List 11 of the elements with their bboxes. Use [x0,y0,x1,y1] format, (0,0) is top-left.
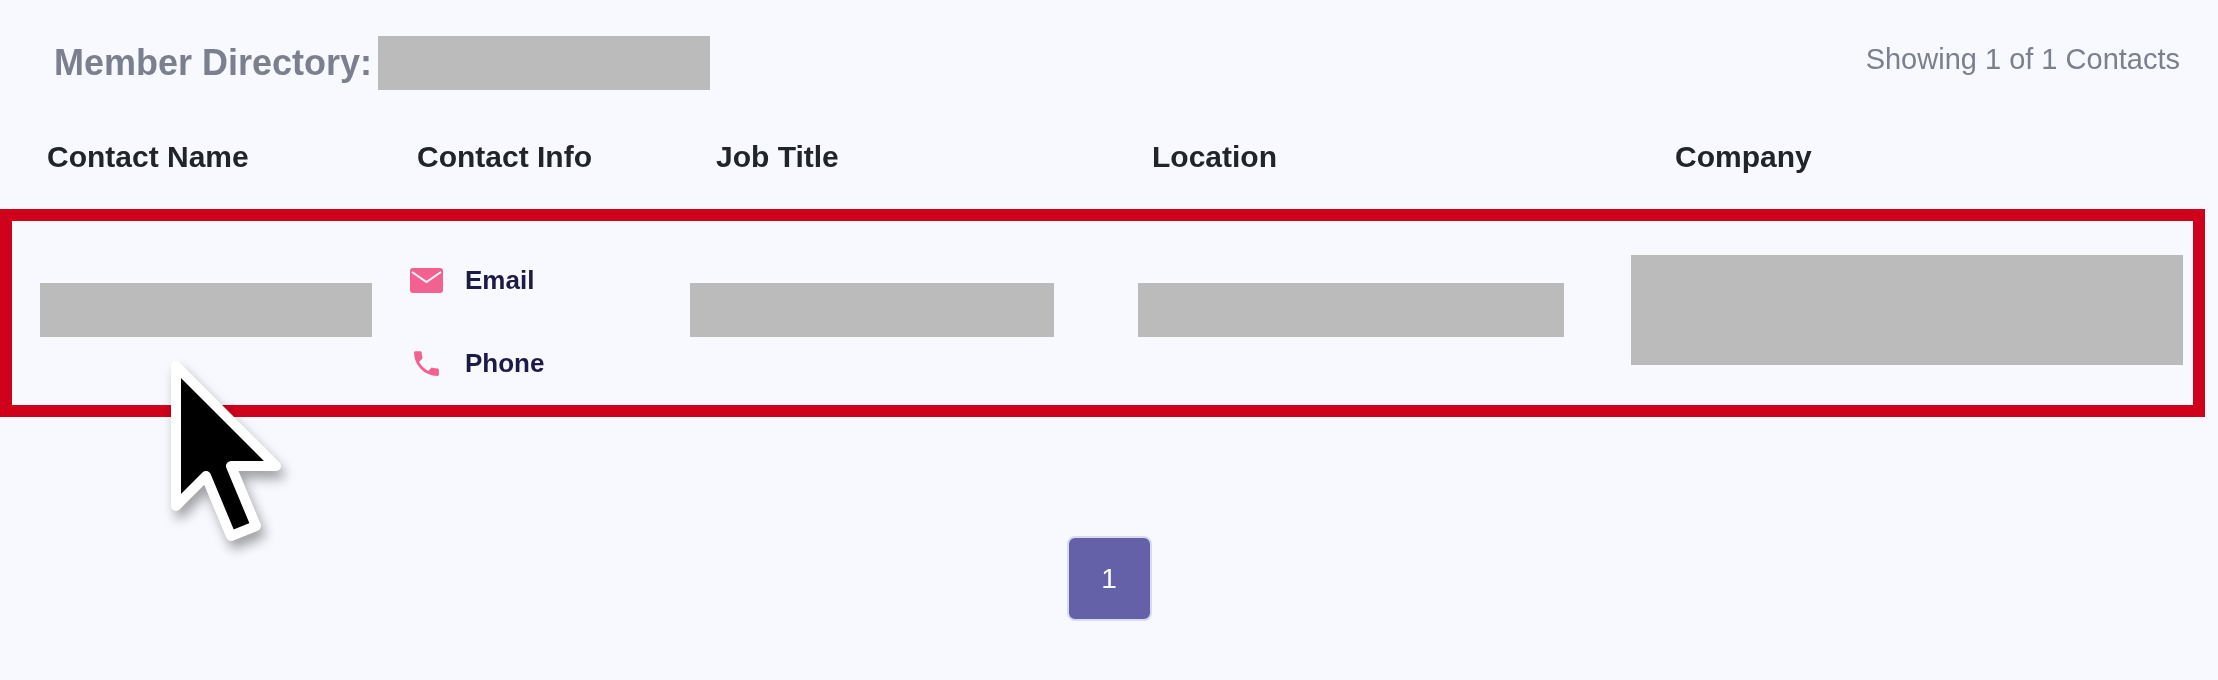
column-header: Company [1675,139,1812,173]
page-button[interactable]: 1 [1066,536,1152,621]
column-header: Contact Info [417,139,592,173]
results-count: Showing 1 of 1 Contacts [1865,42,2180,77]
phone-link[interactable]: Phone [410,344,709,383]
page-title: Member Directory: [54,41,373,85]
column-header: Contact Name [47,139,249,173]
envelope-icon [410,268,443,293]
email-link[interactable]: Email [410,261,709,300]
column-header: Location [1152,139,1277,173]
column-header: Job Title [716,139,839,173]
